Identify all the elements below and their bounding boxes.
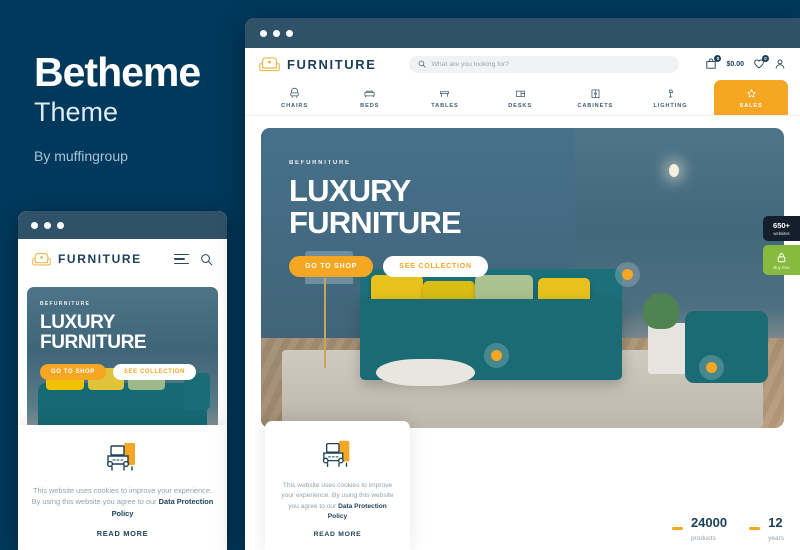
nav-item-sales[interactable]: SALES [714,80,789,115]
stat-number: 24000 [690,515,728,530]
stat-products: 24000 products [671,514,728,542]
desktop-site-header: FURNITURE What are you looking for? 0 $0… [245,48,800,80]
hero-pendant-light [669,164,680,177]
hero-floor-lamp-stand [323,278,326,368]
wishlist-badge: 0 [762,55,769,62]
search-icon[interactable] [200,253,213,266]
nav-item-beds[interactable]: BEDS [332,80,407,115]
desktop-logo[interactable]: FURNITURE [259,56,377,73]
desktop-hero-line2: FURNITURE [289,204,462,240]
desk-icon [515,90,525,97]
table-icon [440,90,450,97]
stat-caption: years [768,535,784,542]
desktop-hero-kicker: BEFURNITURE [289,160,351,166]
nav-item-tables[interactable]: TABLES [407,80,482,115]
desktop-cookie-notice: This website uses cookies to improve you… [265,421,410,550]
desktop-hero-banner: BEFURNITURE LUXURY FURNITURE GO TO SHOP … [261,128,784,428]
desktop-hero-heading: LUXURY FURNITURE [289,175,488,238]
mobile-brand-name: FURNITURE [58,252,142,266]
nav-item-chairs[interactable]: CHAIRS [257,80,332,115]
cabinet-icon [591,89,600,98]
promo-subtitle: Theme [34,96,119,127]
side-badges: 650+ websites Buy now [755,216,800,275]
window-dot-close-icon[interactable] [260,29,267,37]
window-dot-minimize-icon[interactable] [44,221,51,229]
mobile-cookie-notice: This website uses cookies to improve you… [18,424,227,550]
mobile-site-header: FURNITURE [18,239,227,279]
hero-coffee-table [376,359,476,386]
badge-number: 650+ [773,221,790,230]
nav-label: TABLES [431,102,459,109]
mobile-go-to-shop-button[interactable]: GO TO SHOP [40,364,106,381]
stat-years: 12 years [749,514,784,542]
mobile-see-collection-button[interactable]: SEE COLLECTION [112,364,196,381]
search-bar[interactable]: What are you looking for? [408,55,679,73]
mobile-hero-heading: LUXURY FURNITURE [40,312,208,354]
hero-armchair [684,311,769,383]
mobile-hero-line2: FURNITURE [40,332,147,354]
nav-label: DESKS [508,102,532,109]
go-to-shop-button[interactable]: GO TO SHOP [289,256,374,278]
hero-plant [642,293,680,329]
nav-item-desks[interactable]: DESKS [483,80,558,115]
window-dot-minimize-icon[interactable] [273,29,280,37]
page-title: Betheme [34,49,201,95]
product-hotspot[interactable] [621,269,633,280]
user-account-icon[interactable] [774,58,786,70]
stat-caption: products [690,535,716,542]
nav-item-cabinets[interactable]: CABINETS [558,80,633,115]
cart-button[interactable]: 0 [705,55,722,70]
stat-dash-icon [749,526,761,530]
cart-badge: 0 [714,55,722,62]
mobile-logo[interactable]: FURNITURE [32,252,142,267]
nav-label: SALES [739,102,763,109]
nav-label: CABINETS [577,102,614,109]
mobile-read-more-button[interactable]: READ MORE [31,529,214,538]
lamp-icon [668,89,674,97]
window-dot-close-icon[interactable] [31,221,38,229]
desktop-brand-name: FURNITURE [287,56,377,72]
star-icon [746,88,756,97]
mobile-hero-kicker: BEFURNITURE [40,301,91,307]
desktop-cookie-text: This website uses cookies to improve you… [279,481,396,522]
search-icon [418,60,426,68]
buy-now-badge[interactable]: Buy now [763,245,800,275]
mobile-mockup: FURNITURE BEFURNITURE LUXURY FURNITURE G… [18,211,227,550]
stat-dash-icon [671,526,683,530]
mobile-hero-line1: LUXURY [40,312,116,333]
sofa-cookie-icon [106,442,135,471]
nav-label: LIGHTING [653,102,688,109]
nav-label: BEDS [360,102,380,109]
promo-author: By muffingroup [34,147,128,164]
window-dot-maximize-icon[interactable] [57,221,64,229]
badge-caption: websites [773,231,790,236]
nav-label: CHAIRS [281,102,308,109]
nav-item-lighting[interactable]: LIGHTING [633,80,708,115]
websites-count-badge[interactable]: 650+ websites [763,216,800,241]
wishlist-button[interactable]: 0 [753,55,769,70]
mobile-cookie-text: This website uses cookies to improve you… [31,485,214,519]
sofa-cookie-icon [322,440,349,468]
badge-caption: Buy now [773,265,790,270]
read-more-button[interactable]: READ MORE [279,531,396,538]
lock-icon [777,253,786,263]
search-input[interactable]: What are you looking for? [432,61,509,68]
product-hotspot[interactable] [705,362,717,373]
main-navigation: CHAIRS BEDS TABLES DESKS CABINETS LIGHTI… [245,80,800,116]
hamburger-icon[interactable] [174,253,189,265]
armchair-logo-icon [32,252,51,265]
cart-total: $0.00 [726,60,744,68]
desktop-browser-chrome [245,18,800,48]
see-collection-button[interactable]: SEE COLLECTION [383,256,488,278]
stat-number: 12 [768,515,783,530]
desktop-mockup: FURNITURE What are you looking for? 0 $0… [245,18,800,550]
bed-icon [364,90,375,97]
window-dot-maximize-icon[interactable] [286,29,293,37]
armchair-logo-icon [259,56,280,71]
mobile-browser-chrome [18,211,227,239]
chair-icon [290,87,299,98]
desktop-hero-line1: LUXURY [289,173,411,208]
